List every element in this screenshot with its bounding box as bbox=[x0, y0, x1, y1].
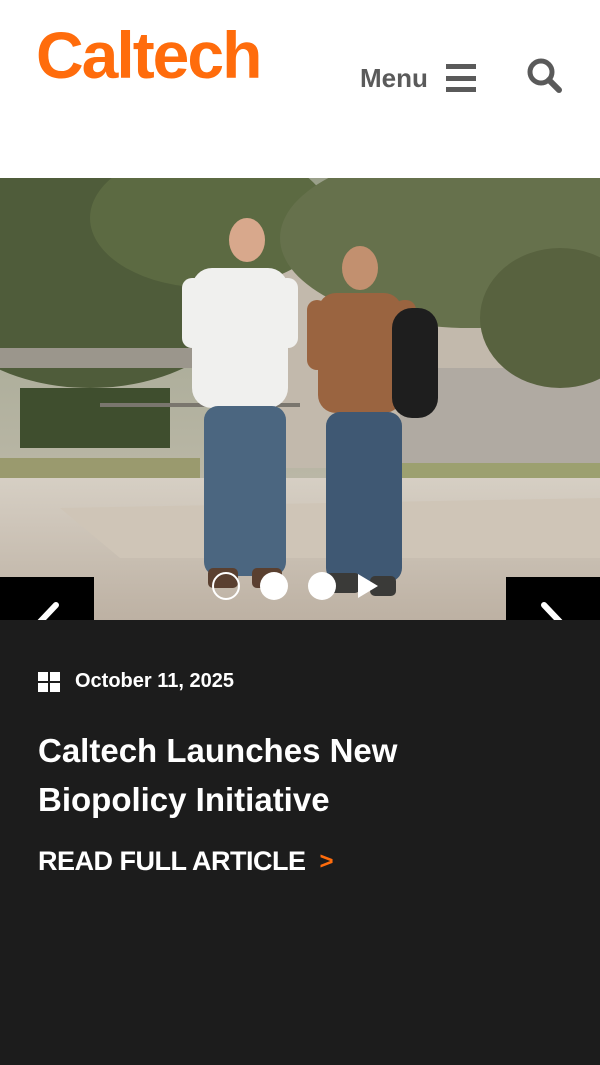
hero-image bbox=[0, 178, 600, 620]
read-full-article-link[interactable]: READ FULL ARTICLE > bbox=[38, 846, 334, 877]
read-more-label: READ FULL ARTICLE bbox=[38, 846, 306, 876]
article-date-row: October 11, 2025 bbox=[38, 670, 234, 693]
hero-photo bbox=[0, 178, 600, 620]
article-date: October 11, 2025 bbox=[75, 670, 234, 692]
menu-button[interactable]: Menu bbox=[360, 58, 476, 98]
menu-label: Menu bbox=[360, 62, 428, 93]
carousel-dot-2[interactable] bbox=[260, 572, 288, 600]
search-icon bbox=[527, 58, 562, 93]
carousel-dot-3[interactable] bbox=[308, 572, 336, 600]
hamburger-icon bbox=[445, 64, 476, 92]
article-headline[interactable]: Caltech Launches New Biopolicy Initiativ… bbox=[38, 726, 458, 824]
arrow-right-icon: > bbox=[319, 847, 334, 875]
carousel-play-button[interactable] bbox=[356, 572, 384, 600]
site-header: Caltech Menu bbox=[0, 0, 600, 178]
play-icon bbox=[358, 574, 378, 598]
carousel-indicators bbox=[212, 571, 384, 601]
calendar-icon bbox=[38, 671, 60, 692]
caltech-logo[interactable]: Caltech bbox=[36, 22, 262, 88]
carousel-dot-1[interactable] bbox=[212, 572, 240, 600]
search-button[interactable] bbox=[524, 56, 564, 96]
featured-article: October 11, 2025 Caltech Launches New Bi… bbox=[0, 620, 600, 1065]
